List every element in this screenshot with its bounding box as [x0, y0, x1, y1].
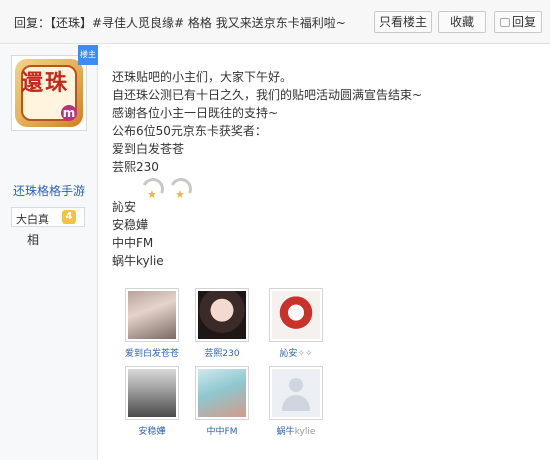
winner-photo	[198, 369, 246, 417]
reply-icon	[499, 18, 510, 27]
level-number-badge: 4	[62, 210, 76, 224]
avatar-m-badge: m	[61, 105, 77, 121]
post-line: 訫安	[112, 200, 137, 214]
winner-name[interactable]: 訫安✧✧	[260, 346, 332, 359]
avatar-char-2: 珠	[45, 70, 68, 96]
louzhu-badge: 楼主	[78, 45, 98, 65]
winner-name[interactable]: 中中FM	[186, 424, 258, 437]
post-content-continued: 訫安 安稳嬅 中中FM 蜗牛kylie	[112, 198, 164, 270]
winner-photo	[128, 369, 176, 417]
post-line: 还珠贴吧的小主们，大家下午好。	[112, 70, 293, 84]
thread-title: 回复：【还珠】#寻佳人觅良缘# 格格 我又来送京东卡福利啦~	[14, 16, 346, 30]
winner-avatar[interactable]	[195, 366, 249, 420]
winner-avatar[interactable]	[125, 366, 179, 420]
winner-card[interactable]: 中中FM	[186, 366, 258, 437]
winner-avatar[interactable]	[125, 288, 179, 342]
star-icon: ★	[175, 188, 185, 201]
winner-name[interactable]: 芸熙230	[186, 346, 258, 359]
post-line: 感谢各位小主一日既往的支持~	[112, 106, 279, 120]
winner-photo	[198, 291, 246, 339]
default-avatar-icon	[272, 369, 320, 417]
post-line: 蜗牛kylie	[112, 254, 164, 268]
post-line: 芸熙230	[112, 160, 159, 174]
post-content: 还珠贴吧的小主们，大家下午好。 自还珠公测已有十日之久，我们的贴吧活动圆满宣告结…	[112, 68, 422, 176]
author-avatar[interactable]: 還 珠 m	[11, 55, 87, 131]
winner-card[interactable]: 蜗牛kylie	[260, 366, 332, 437]
favorite-button[interactable]: 收藏	[438, 11, 486, 33]
author-name[interactable]: 还珠格格手游	[0, 182, 98, 199]
winner-card[interactable]: 芸熙230	[186, 288, 258, 359]
post-line: 公布6位50元京东卡获奖者：	[112, 124, 267, 138]
winner-card[interactable]: 安稳嬅	[116, 366, 188, 437]
winner-avatar[interactable]	[269, 366, 323, 420]
winner-photo	[272, 291, 320, 339]
winner-avatar[interactable]	[269, 288, 323, 342]
avatar-char-1: 還	[21, 70, 44, 96]
level-box[interactable]: 大白真 4	[11, 207, 85, 227]
post-line: 自还珠公测已有十日之久，我们的贴吧活动圆满宣告结束~	[112, 88, 423, 102]
winner-card[interactable]: 爱到白发苍苍	[116, 288, 188, 359]
level-label: 大白真	[16, 213, 49, 226]
winner-name[interactable]: 蜗牛kylie	[260, 424, 332, 437]
only-author-button[interactable]: 只看楼主	[374, 11, 432, 33]
thread-header: 回复：【还珠】#寻佳人觅良缘# 格格 我又来送京东卡福利啦~ 只看楼主 收藏 回…	[0, 0, 550, 44]
post-line: 安稳嬅	[112, 218, 149, 232]
winner-card[interactable]: 訫安✧✧	[260, 288, 332, 359]
winner-avatar[interactable]	[195, 288, 249, 342]
winner-name[interactable]: 爱到白发苍苍	[116, 346, 188, 359]
winner-photo	[128, 291, 176, 339]
level-extra: 相	[27, 233, 40, 247]
reply-label: 回复	[511, 15, 536, 29]
post-line: 爱到白发苍苍	[112, 142, 185, 156]
avatar-image: 還 珠 m	[15, 59, 83, 127]
winner-name[interactable]: 安稳嬅	[116, 424, 188, 437]
reply-button[interactable]: 回复	[494, 11, 542, 33]
author-column: 還 珠 m 楼主 还珠格格手游 大白真 4 相	[0, 45, 98, 460]
post-line: 中中FM	[112, 236, 154, 250]
